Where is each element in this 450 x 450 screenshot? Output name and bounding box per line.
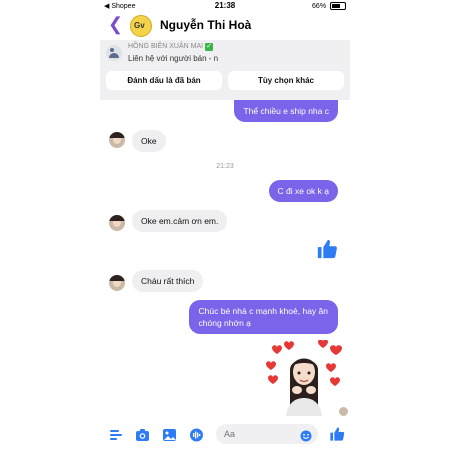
message-bubble-incoming[interactable]: Oke	[132, 130, 166, 152]
camera-icon[interactable]	[135, 428, 150, 442]
contact-avatar[interactable]: Gv	[130, 15, 152, 37]
seen-avatar	[338, 406, 349, 417]
sender-avatar	[109, 132, 125, 148]
battery-icon	[330, 2, 346, 10]
marketplace-banner: HỒNG BIÊN XUÂN MAI ✓ Liên hệ với người bá…	[100, 40, 350, 100]
mark-as-sold-button[interactable]: Đánh dấu là đã bán	[106, 71, 222, 90]
thumbs-up-icon[interactable]	[316, 238, 338, 260]
thumbs-up-icon[interactable]	[329, 426, 345, 442]
message-bubble-outgoing[interactable]: Thể chiều e ship nha c	[234, 100, 338, 122]
message-bubble-outgoing[interactable]: Chúc bé nhà c mạnh khoẻ, hay ăn chóng nh…	[188, 300, 338, 334]
message-bubble-incoming[interactable]: Oke em.cảm ơn em.	[132, 210, 228, 232]
chat-header: ❮ Gv Nguyễn Thi Hoà	[100, 12, 350, 40]
message-line: chóng nhớn ạ	[198, 318, 251, 328]
message-bubble-outgoing[interactable]: C đi xe ok k ạ	[268, 180, 338, 202]
message-timestamp: 21:23	[216, 163, 234, 170]
other-options-button[interactable]: Tùy chọn khác	[228, 71, 344, 90]
sender-avatar	[109, 215, 125, 231]
message-list: Thể chiều e ship nha c Oke 21:23 C đi xe…	[100, 100, 350, 420]
avatar-text: Gv	[134, 21, 145, 30]
message-bubble-incoming[interactable]: Cháu rất thích	[132, 270, 204, 292]
sender-avatar	[109, 275, 125, 291]
check-icon: ✓	[205, 43, 214, 51]
sticker-girl-hearts[interactable]	[264, 340, 344, 416]
message-line: Chúc bé nhà c mạnh khoẻ, hay ăn	[198, 306, 328, 316]
shop-name-line: HỒNG BIÊN XUÂN MAI ✓	[128, 43, 214, 51]
banner-subtitle[interactable]: Liên hệ với người bán - n	[128, 54, 218, 63]
shop-name: HỒNG BIÊN XUÂN MAI	[128, 43, 204, 50]
people-icon	[106, 45, 122, 61]
microphone-icon[interactable]	[189, 428, 204, 442]
status-bar: ◀ Shopee 21:38 66%	[100, 0, 350, 12]
image-icon[interactable]	[162, 428, 177, 442]
messenger-screen: ◀ Shopee 21:38 66% ❮ Gv Nguyễn Thi Hoà H…	[100, 0, 350, 450]
composer-bar	[100, 420, 350, 450]
battery-percent: 66%	[312, 2, 327, 10]
emoji-icon[interactable]	[300, 430, 312, 442]
back-chevron-icon[interactable]: ❮	[108, 14, 123, 34]
battery-status: 66%	[312, 2, 346, 10]
contact-name[interactable]: Nguyễn Thi Hoà	[160, 18, 251, 32]
menu-icon[interactable]	[109, 428, 123, 442]
